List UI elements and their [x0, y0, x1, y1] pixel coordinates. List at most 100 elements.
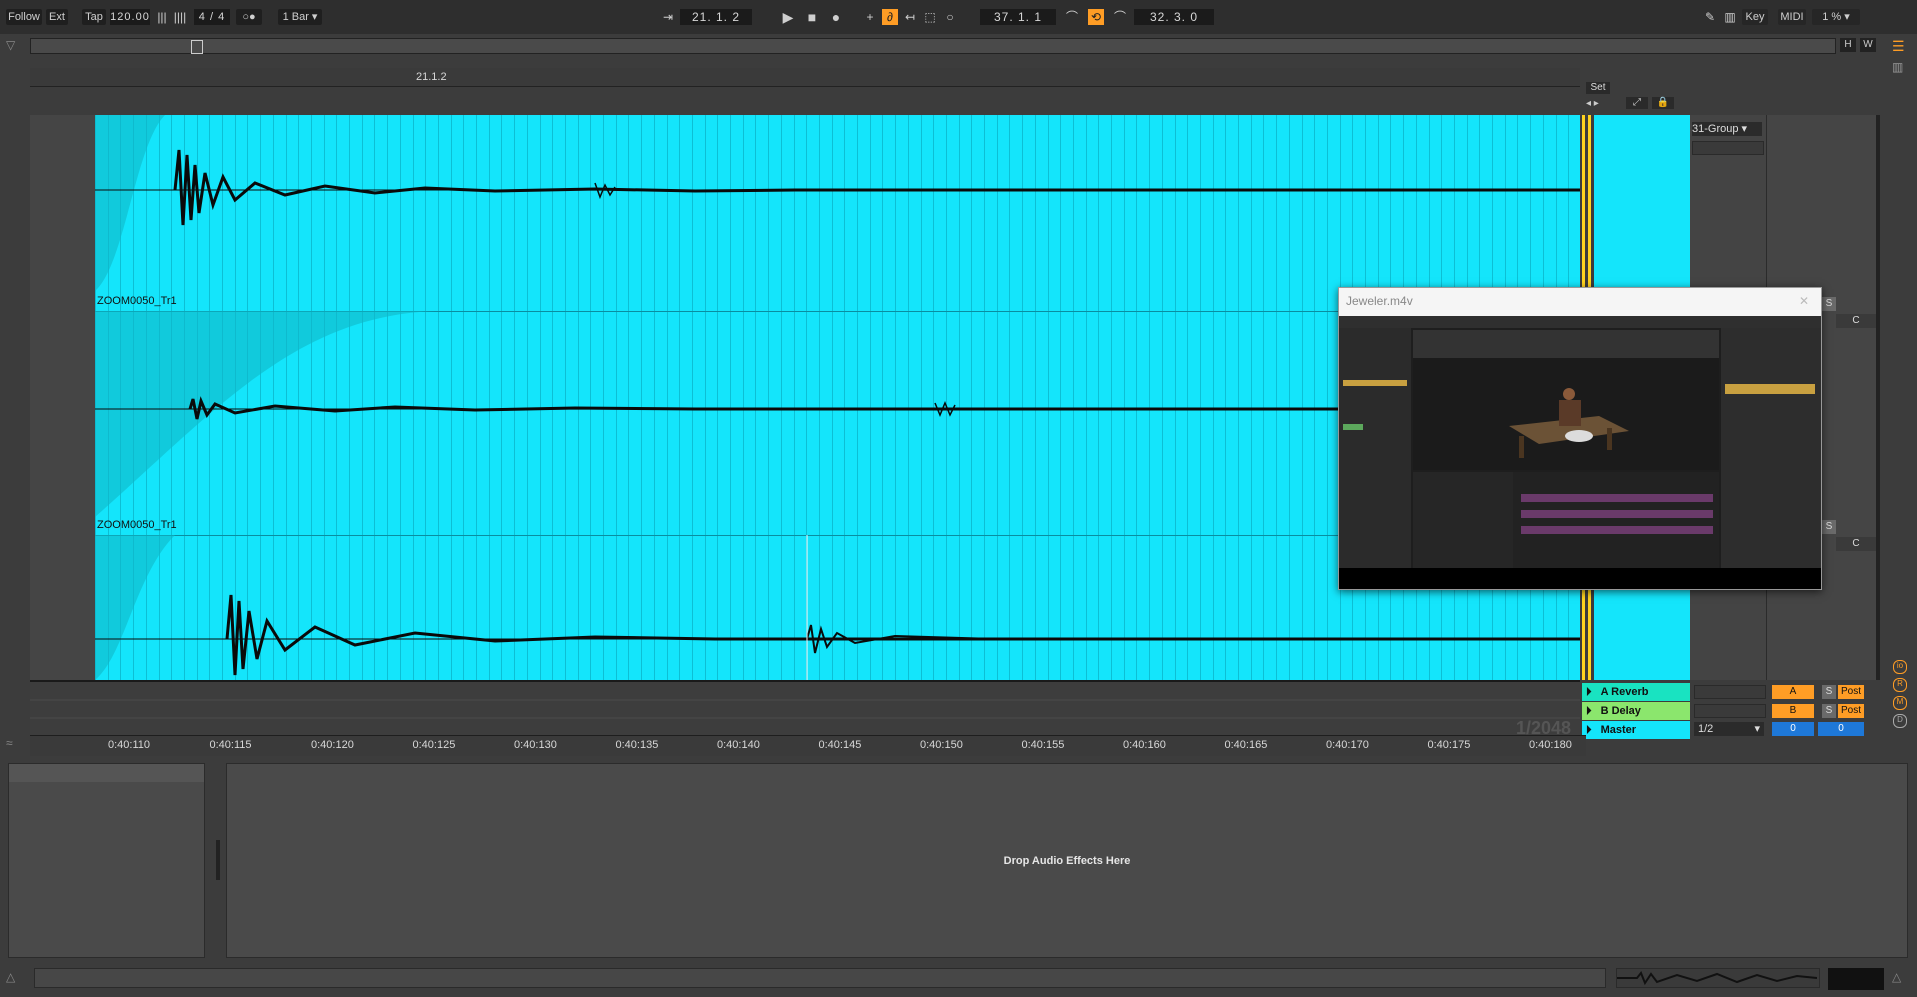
key-map-button[interactable]: Key [1742, 9, 1768, 25]
expand-icon[interactable]: ⤢ [1626, 97, 1648, 109]
return-a-post[interactable]: Post [1838, 685, 1864, 699]
crossfade-button[interactable]: C [1836, 537, 1876, 551]
master-volume-b[interactable]: 0 [1818, 722, 1864, 736]
master-name: Master [1600, 724, 1637, 736]
return-b-post[interactable]: Post [1838, 704, 1864, 718]
send-a-button[interactable]: A [1772, 685, 1814, 699]
return-a-solo[interactable]: S [1822, 685, 1836, 699]
set-locator-button[interactable]: Set [1586, 82, 1610, 94]
master-output-value: 1/2 [1698, 723, 1714, 735]
time-ruler[interactable]: 0:40:110 0:40:115 0:40:120 0:40:125 0:40:130… [30, 735, 1586, 756]
master-output-select[interactable]: 1/2 ▾ [1694, 722, 1764, 736]
clip-name: ZOOM0050_Tr1 [97, 295, 177, 307]
automation-arm-icon[interactable]: ∂ [882, 9, 898, 25]
video-window[interactable]: Jeweler.m4v ✕ [1338, 287, 1822, 590]
locator-nav-icon[interactable]: ◂ ▸ [1586, 98, 1599, 109]
group-select[interactable]: 31-Group ▾ [1692, 122, 1762, 136]
overview-toggle-icon[interactable]: ▽ [6, 38, 22, 54]
mixer-scrollbar[interactable] [1876, 115, 1880, 680]
device-chain[interactable]: Drop Audio Effects Here [226, 763, 1908, 958]
clip-panel [8, 763, 205, 958]
arrangement-overview[interactable] [30, 38, 1836, 54]
follow-button[interactable]: Follow [6, 9, 42, 25]
panel-resize-handle[interactable] [216, 840, 220, 880]
record-icon[interactable]: ● [828, 9, 844, 25]
solo-button[interactable]: S [1822, 297, 1836, 311]
back-to-arrangement-icon[interactable]: ↤ [902, 9, 918, 25]
time-ruler-tick: 0:40:115 [209, 739, 252, 751]
return-name: A Reverb [1600, 686, 1649, 698]
punch-out-icon[interactable]: ⌒ [1112, 9, 1128, 25]
loop-length-field[interactable]: 32. 3. 0 [1134, 9, 1214, 25]
stop-icon[interactable]: ■ [804, 9, 820, 25]
tempo-field[interactable]: 120.00 [110, 9, 150, 25]
detail-toggle-icon[interactable]: △ [1892, 970, 1901, 984]
quantize-select[interactable]: 1 Bar ▾ [278, 9, 322, 25]
return-b-io[interactable] [1694, 704, 1766, 718]
beat-ruler[interactable]: 21.1.2 [30, 68, 1580, 87]
cpu-value: 1 % [1822, 11, 1842, 23]
returns-toggle-icon[interactable]: R [1893, 678, 1907, 692]
midi-map-button[interactable]: MIDI [1778, 9, 1806, 25]
track-header-1[interactable] [30, 115, 95, 295]
session-record-icon[interactable]: ○ [942, 9, 958, 25]
add-icon[interactable]: + [862, 9, 878, 25]
tap-tempo-button[interactable]: Tap [82, 9, 106, 25]
play-icon[interactable]: ▶ [780, 9, 796, 25]
return-a-io[interactable] [1694, 685, 1766, 699]
follow-arrow-icon[interactable]: ⇥ [660, 9, 676, 25]
punch-in-icon[interactable]: ⌒ [1064, 9, 1080, 25]
return-b-solo[interactable]: S [1822, 704, 1836, 718]
clip-panel-header [9, 764, 204, 782]
master-track[interactable]: ⏵ Master [1582, 721, 1690, 739]
audio-clip-1[interactable] [95, 115, 1580, 295]
return-track-a[interactable]: ⏵ A Reverb [1582, 683, 1690, 701]
io-toggle-icon[interactable]: io [1893, 660, 1907, 674]
monitor-field[interactable] [1692, 141, 1764, 155]
loop-switch-icon[interactable]: ⟲ [1088, 9, 1104, 25]
solo-button[interactable]: S [1822, 520, 1836, 534]
time-signature-field[interactable]: 4 / 4 [194, 9, 230, 25]
loop-start-field[interactable]: 37. 1. 1 [980, 9, 1056, 25]
cpu-meter: 1 % ▾ [1812, 9, 1860, 25]
send-b-button[interactable]: B [1772, 704, 1814, 718]
capture-icon[interactable]: ⬚ [922, 9, 938, 25]
close-icon[interactable]: ✕ [1799, 294, 1813, 308]
nudge-down-icon[interactable]: ||| [154, 9, 170, 25]
time-ruler-tick: 0:40:135 [615, 739, 659, 751]
delay-toggle-icon[interactable]: D [1893, 714, 1907, 728]
track-activator-icon[interactable]: ⏵ [1582, 686, 1592, 698]
lock-icon[interactable]: 🔒 [1652, 97, 1674, 109]
mixer-toggle-icon[interactable]: M [1893, 696, 1907, 710]
character-scene [1509, 388, 1629, 458]
master-volume-a[interactable]: 0 [1772, 722, 1814, 736]
time-ruler-tick: 0:40:110 [108, 739, 151, 751]
track-header-3[interactable] [30, 517, 95, 682]
ext-sync-button[interactable]: Ext [46, 9, 68, 25]
metronome-icon[interactable]: ○● [236, 9, 262, 25]
keyboard-icon[interactable]: ▥ [1722, 9, 1738, 25]
song-position-field[interactable]: 21. 1. 2 [680, 9, 752, 25]
time-ruler-tick: 0:40:120 [311, 739, 354, 751]
h-zoom-button[interactable]: H [1840, 38, 1856, 52]
time-ruler-tick: 0:40:130 [514, 739, 557, 751]
time-ruler-tick: 0:40:125 [412, 739, 456, 751]
video-window-title: Jeweler.m4v [1346, 294, 1413, 308]
return-track-b[interactable]: ⏵ B Delay [1582, 702, 1690, 720]
w-zoom-button[interactable]: W [1860, 38, 1876, 52]
browser-menu-icon[interactable]: ☰ [1892, 38, 1908, 54]
time-ruler-tick: 0:40:180 [1529, 739, 1572, 751]
view-toggle-icon[interactable]: ▥ [1892, 60, 1908, 76]
clip-name: ZOOM0050_Tr1 [97, 519, 177, 531]
draw-mode-icon[interactable]: ✎ [1702, 9, 1718, 25]
track-activator-icon[interactable]: ⏵ [1582, 705, 1592, 717]
crossfade-button[interactable]: C [1836, 314, 1876, 328]
track-header-2[interactable] [30, 293, 95, 519]
info-toggle-icon[interactable]: △ [6, 970, 15, 984]
waveform-1 [95, 115, 1580, 291]
nudge-up-icon[interactable]: |||| [172, 9, 188, 25]
waveform-preview [1616, 968, 1820, 988]
time-ruler-tick: 0:40:140 [717, 739, 760, 751]
ruler-mode-icon[interactable]: ≈ [6, 736, 13, 750]
overview-viewport[interactable] [191, 40, 203, 54]
